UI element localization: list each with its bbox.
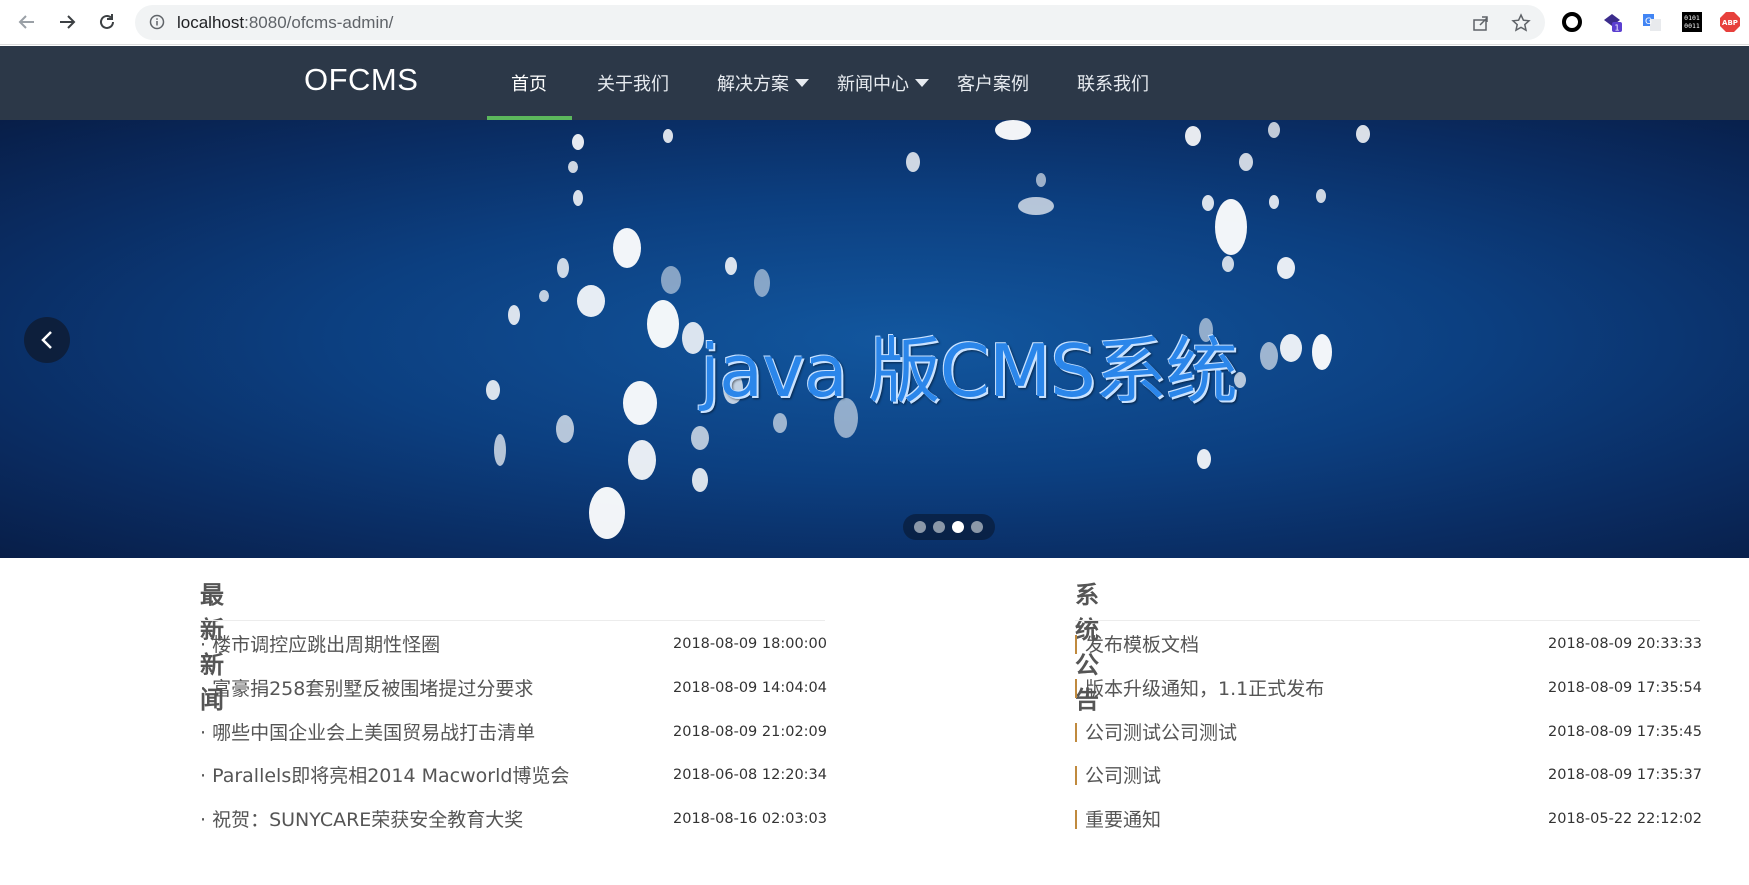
news-item[interactable]: · 祝贺：SUNYCARE荣获安全教育大奖 [200, 805, 523, 835]
nav-item-contact[interactable]: 联系我们 [1077, 46, 1149, 120]
notice-date: 2018-08-09 17:35:54 [1548, 680, 1702, 696]
nav-item-label: 首页 [511, 74, 547, 95]
news-title: 祝贺：SUNYCARE荣获安全教育大奖 [212, 809, 524, 831]
notice-title: 公司测试公司测试 [1085, 722, 1238, 744]
url-host: localhost [177, 13, 245, 32]
browser-toolbar: localhost:8080/ofcms-admin/ 1 G 0101 0011… [0, 0, 1749, 45]
bullet-bar [1075, 723, 1077, 742]
news-item[interactable]: · 哪些中国企业会上美国贸易战打击清单 [200, 718, 535, 748]
translate-icon[interactable]: G [1641, 11, 1663, 33]
carousel-indicators [903, 514, 995, 540]
nav-item-about[interactable]: 关于我们 [597, 46, 669, 120]
bullet-bar [1075, 810, 1077, 829]
notice-date: 2018-08-09 20:33:33 [1548, 636, 1702, 652]
nav-item-label: 解决方案 [717, 74, 789, 95]
news-item[interactable]: · 富豪捐258套别墅反被围堵提过分要求 [200, 674, 533, 704]
svg-text:G: G [1645, 17, 1652, 27]
reload-icon [100, 14, 114, 29]
carousel-dot-3[interactable] [952, 521, 964, 533]
url-text[interactable]: localhost:8080/ofcms-admin/ [177, 13, 393, 33]
arrow-left-icon [18, 15, 34, 29]
banner-title: java 版CMS系统 [700, 329, 1238, 413]
bullet-bar [1075, 766, 1077, 785]
news-title: 哪些中国企业会上美国贸易战打击清单 [212, 722, 536, 744]
news-title: Parallels即将亮相2014 Macworld博览会 [212, 765, 570, 787]
notice-item[interactable]: 发布模板文档 [1075, 630, 1199, 660]
hero-carousel[interactable]: java 版CMS系统 [0, 120, 1749, 558]
notice-item[interactable]: 重要通知 [1075, 805, 1161, 835]
arrow-right-icon [60, 15, 76, 29]
back-button[interactable] [12, 8, 42, 36]
carousel-dot-4[interactable] [971, 521, 983, 533]
news-item[interactable]: · Parallels即将亮相2014 Macworld博览会 [200, 761, 569, 791]
extension-badge-icon[interactable]: 1 [1601, 11, 1623, 33]
url-path: :8080/ofcms-admin/ [244, 13, 394, 32]
reload-button[interactable] [92, 8, 122, 36]
svg-text:0101: 0101 [1684, 14, 1700, 22]
site-header: OFCMS 首页 关于我们 解决方案 新闻中心 客户案例 联系我们 [0, 46, 1749, 120]
share-icon[interactable] [1471, 13, 1491, 33]
nav-item-label: 联系我们 [1077, 74, 1149, 95]
divider [200, 620, 825, 621]
news-date: 2018-06-08 12:20:34 [673, 767, 827, 783]
nav-item-solutions[interactable]: 解决方案 [717, 46, 809, 120]
carousel-dot-2[interactable] [933, 521, 945, 533]
notice-title: 版本升级通知，1.1正式发布 [1085, 678, 1325, 700]
bullet-bar [1075, 679, 1077, 698]
carousel-dot-1[interactable] [914, 521, 926, 533]
site-logo[interactable]: OFCMS [304, 62, 418, 98]
notice-date: 2018-08-09 17:35:37 [1548, 767, 1702, 783]
notice-item[interactable]: 公司测试 [1075, 761, 1161, 791]
caret-down-icon [915, 79, 929, 87]
news-title: 富豪捐258套别墅反被围堵提过分要求 [212, 678, 534, 700]
news-date: 2018-08-16 02:03:03 [673, 811, 827, 827]
svg-text:0011: 0011 [1684, 22, 1700, 30]
bullet-bar [1075, 635, 1077, 654]
notice-title: 重要通知 [1085, 809, 1162, 831]
notice-date: 2018-08-09 17:35:45 [1548, 724, 1702, 740]
news-title: 楼市调控应跳出周期性怪圈 [212, 634, 441, 656]
news-date: 2018-08-09 14:04:04 [673, 680, 827, 696]
news-date: 2018-08-09 21:02:09 [673, 724, 827, 740]
news-date: 2018-08-09 18:00:00 [673, 636, 827, 652]
nav-item-label: 新闻中心 [837, 74, 909, 95]
notice-title: 公司测试 [1085, 765, 1162, 787]
divider [1075, 620, 1700, 621]
svg-text:ABP: ABP [1722, 19, 1738, 27]
adblock-plus-icon[interactable]: ABP [1719, 11, 1741, 33]
binary-icon[interactable]: 01010011 [1681, 11, 1703, 33]
notice-item[interactable]: 公司测试公司测试 [1075, 718, 1237, 748]
chevron-left-icon [41, 331, 52, 349]
nav-item-label: 客户案例 [957, 74, 1029, 95]
nav-item-cases[interactable]: 客户案例 [957, 46, 1029, 120]
extension-circle-icon[interactable] [1561, 11, 1583, 33]
news-item[interactable]: · 楼市调控应跳出周期性怪圈 [200, 630, 440, 660]
notice-date: 2018-05-22 22:12:02 [1548, 811, 1702, 827]
bookmark-star-icon[interactable] [1511, 13, 1531, 33]
address-bar[interactable]: localhost:8080/ofcms-admin/ [135, 5, 1545, 40]
nav-item-label: 关于我们 [597, 74, 669, 95]
caret-down-icon [795, 79, 809, 87]
carousel-prev-button[interactable] [24, 317, 70, 363]
notice-item[interactable]: 版本升级通知，1.1正式发布 [1075, 674, 1324, 704]
forward-button[interactable] [52, 8, 82, 36]
info-icon[interactable] [149, 14, 165, 30]
notice-title: 发布模板文档 [1085, 634, 1200, 656]
nav-item-news-center[interactable]: 新闻中心 [837, 46, 929, 120]
svg-text:1: 1 [1614, 24, 1619, 33]
nav-item-home[interactable]: 首页 [511, 46, 547, 120]
